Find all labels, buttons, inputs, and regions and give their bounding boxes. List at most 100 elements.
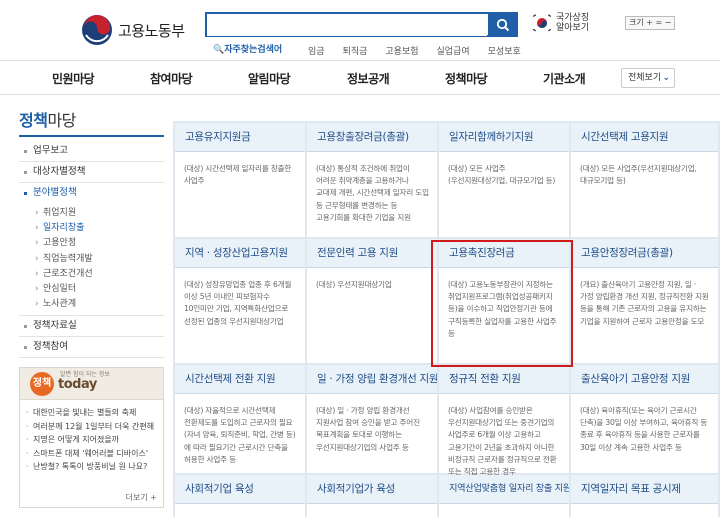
- policy-card[interactable]: 사회적기업 육성: [175, 475, 305, 517]
- policy-card-desc: (개요) 출산육아기 고용안정 지원, 일 · 가정 양립환경 개선 지원, 정…: [580, 280, 709, 326]
- policy-card-title: 정규직 전환 지원: [439, 365, 569, 394]
- policy-card-title: 시간선택제 고용지원: [571, 123, 718, 152]
- submenu-item[interactable]: 안심일터: [19, 282, 164, 297]
- view-all-label: 전체보기: [628, 73, 662, 83]
- policy-card[interactable]: 고용유지지원금 (대상) 시간선택제 일자리를 창출한 사업주: [175, 123, 305, 237]
- policy-card-desc: (대상) 사업참여를 승인받은 우선지원대상기업 또는 중견기업의 사업주로 6…: [448, 406, 557, 477]
- gnb-item[interactable]: 참여마당: [150, 70, 193, 87]
- korean-flag-icon: [532, 14, 552, 32]
- policy-card-title: 고용안정장려금(총괄): [571, 239, 718, 268]
- section-title-blue: 정책: [19, 111, 48, 130]
- view-all-button[interactable]: 전체보기 ⌄: [621, 68, 675, 88]
- gnb-item[interactable]: 민원마당: [52, 70, 95, 87]
- search-box: [205, 12, 518, 37]
- today-list: 대한민국을 빛내는 별들의 축제 여러분께 12월 1일부터 더욱 간편해 지명…: [20, 400, 163, 474]
- policy-card[interactable]: 시간선택제 전환 지원 (대상) 자율적으로 시간선택제 전환제도를 도입하고 …: [175, 365, 305, 473]
- quick-links: 임금 퇴직금 고용보험 실업급여 모성보호: [299, 44, 530, 57]
- today-header[interactable]: 알면 힘이 되는 정보 정책 today: [20, 368, 163, 400]
- chevron-down-icon: ⌄: [662, 73, 670, 83]
- policy-card-desc: (대상) 성장유망업종 업종 후 6개월 이상 5년 이내인 피보험자수 10인…: [184, 280, 292, 326]
- taegeuk-logo-icon: [82, 15, 112, 45]
- search-button[interactable]: [488, 12, 518, 37]
- policy-card-title: 전문인력 고용 지원: [307, 239, 437, 268]
- policy-card-title: 지역일자리 목표 공시제: [571, 475, 718, 504]
- policy-card-desc: (대상) 일 · 가정 양립 환경개선 지원사업 참여 승인을 받고 주어진 목…: [316, 406, 420, 452]
- policy-card[interactable]: 전문인력 고용 지원 (대상) 우선지원대상기업: [307, 239, 437, 363]
- policy-card-title: 고용창출장려금(총괄): [307, 123, 437, 152]
- gnb-item[interactable]: 정보공개: [347, 70, 390, 87]
- policy-card[interactable]: 일 · 가정 양립 환경개선 지원 (대상) 일 · 가정 양립 환경개선 지원…: [307, 365, 437, 473]
- policy-today-banner: 알면 힘이 되는 정보 정책 today 대한민국을 빛내는 별들의 축제 여러…: [19, 367, 164, 508]
- policy-card-title: 지역산업맞춤형 일자리 창출 지원: [439, 475, 569, 504]
- policy-card-desc: (대상) 모든 사업주(우선지원대상기업, 대규모기업 등): [448, 164, 556, 186]
- policy-card-title: 사회적기업가 육성: [307, 475, 437, 504]
- policy-card-title: 고용유지지원금: [175, 123, 305, 152]
- side-menu-item[interactable]: 정책참여: [19, 337, 164, 359]
- policy-card[interactable]: 정규직 전환 지원 (대상) 사업참여를 승인받은 우선지원대상기업 또는 중견…: [439, 365, 569, 476]
- national-symbol-link[interactable]: 국가상징 알아보기: [532, 13, 589, 33]
- policy-card[interactable]: 지역일자리 목표 공시제: [571, 475, 718, 517]
- policy-card[interactable]: 시간선택제 고용지원 (대상) 모든 사업주(우선지원대상기업, 대규모기업 등…: [571, 123, 718, 237]
- today-logo-icon: 정책: [30, 372, 54, 396]
- policy-card-desc: (대상) 시간선택제 일자리를 창출한 사업주: [184, 164, 292, 186]
- ministry-logo[interactable]: 고용노동부: [80, 13, 185, 47]
- more-link[interactable]: 더보기 +: [126, 492, 157, 503]
- global-nav: 민원마당 참여마당 알림마당 정보공개 정책마당 기관소개 전체보기 ⌄: [0, 60, 720, 95]
- side-menu-item[interactable]: 업무보고: [19, 141, 164, 162]
- policy-card[interactable]: 고용창출장려금(총괄) (대상) 통상적 조건하에 취업이 어려운 취약계층을 …: [307, 123, 437, 237]
- submenu-item[interactable]: 근로조건개선: [19, 267, 164, 282]
- font-size-control[interactable]: 크기 + = −: [625, 16, 676, 30]
- side-menu-item[interactable]: 대상자별정책: [19, 162, 164, 183]
- side-menu-item[interactable]: 정책자료실: [19, 316, 164, 338]
- today-item[interactable]: 여러분께 12월 1일부터 더욱 간편해: [26, 420, 163, 434]
- today-word: today: [58, 377, 97, 392]
- quick-link[interactable]: 모성보호: [479, 44, 530, 57]
- policy-card[interactable]: 지역 · 성장산업고용지원 (대상) 성장유망업종 업종 후 6개월 이상 5년…: [175, 239, 305, 363]
- side-submenu: 취업지원 일자리창출 고용안정 직업능력개발 근로조건개선 안심일터 노사관계: [19, 204, 164, 317]
- quick-link[interactable]: 실업급여: [428, 44, 479, 57]
- policy-card-title: 일자리함께하기지원: [439, 123, 569, 152]
- submenu-item[interactable]: 취업지원: [19, 206, 164, 221]
- policy-card[interactable]: 출산육아기 고용안정 지원 (대상) 육아휴직(또는 육아기 근로시간 단축)을…: [571, 365, 718, 473]
- divider: [19, 135, 164, 137]
- policy-card[interactable]: 지역산업맞춤형 일자리 창출 지원: [439, 475, 569, 517]
- quick-link[interactable]: 임금: [299, 44, 334, 57]
- side-menu: 업무보고 대상자별정책 분야별정책 취업지원 일자리창출 고용안정 직업능력개발…: [19, 141, 164, 359]
- section-title: 정책마당: [19, 107, 76, 131]
- policy-card-title: 사회적기업 육성: [175, 475, 305, 504]
- policy-card-title: 지역 · 성장산업고용지원: [175, 239, 305, 268]
- policy-card-title: 일 · 가정 양립 환경개선 지원: [307, 365, 437, 394]
- submenu-item-active[interactable]: 일자리창출: [19, 221, 164, 236]
- today-item[interactable]: 스마트폰 대체 '웨어러블 디바이스': [26, 447, 163, 461]
- submenu-item[interactable]: 직업능력개발: [19, 252, 164, 267]
- logo-text: 고용노동부: [118, 21, 185, 40]
- flag-text: 국가상징 알아보기: [556, 13, 590, 33]
- search-icon: [496, 18, 510, 31]
- search-input[interactable]: [207, 15, 487, 36]
- gnb-item[interactable]: 기관소개: [543, 70, 586, 87]
- policy-card-title: 시간선택제 전환 지원: [175, 365, 305, 394]
- submenu-item[interactable]: 고용안정: [19, 236, 164, 251]
- today-item[interactable]: 난방철? 톡톡이 방풍비닐 원 나요?: [26, 460, 163, 474]
- policy-card-desc: (대상) 자율적으로 시간선택제 전환제도를 도입하고 근로자의 필요(자녀 양…: [184, 406, 296, 464]
- gnb-item[interactable]: 알림마당: [248, 70, 291, 87]
- side-menu-item-active[interactable]: 분야별정책: [19, 183, 164, 204]
- frequent-search-icon: 🔍: [213, 45, 225, 55]
- policy-card-title: 출산육아기 고용안정 지원: [571, 365, 718, 394]
- frequent-search-text: 자주찾는검색어: [224, 45, 283, 55]
- policy-card[interactable]: 사회적기업가 육성: [307, 475, 437, 517]
- today-item[interactable]: 지명은 어떻게 지어졌을까: [26, 433, 163, 447]
- gnb-item[interactable]: 정책마당: [445, 70, 488, 87]
- highlight-box: [431, 240, 573, 367]
- quick-link[interactable]: 퇴직금: [334, 44, 377, 57]
- submenu-item[interactable]: 노사관계: [19, 297, 164, 312]
- frequent-search-label[interactable]: 🔍자주찾는검색어: [213, 42, 282, 55]
- policy-card-desc: (대상) 우선지원대상기업: [316, 280, 392, 289]
- policy-card[interactable]: 일자리함께하기지원 (대상) 모든 사업주(우선지원대상기업, 대규모기업 등): [439, 123, 569, 237]
- today-item[interactable]: 대한민국을 빛내는 별들의 축제: [26, 406, 163, 420]
- policy-card-desc: (대상) 육아휴직(또는 육아기 근로시간 단축)을 30일 이상 부여하고, …: [580, 406, 708, 452]
- policy-card-desc: (대상) 통상적 조건하에 취업이 어려운 취약계층을 고용하거나 교대제 개편…: [316, 164, 429, 222]
- quick-link[interactable]: 고용보험: [376, 44, 427, 57]
- policy-card[interactable]: 고용안정장려금(총괄) (개요) 출산육아기 고용안정 지원, 일 · 가정 양…: [571, 239, 718, 363]
- section-title-dark: 마당: [47, 111, 76, 130]
